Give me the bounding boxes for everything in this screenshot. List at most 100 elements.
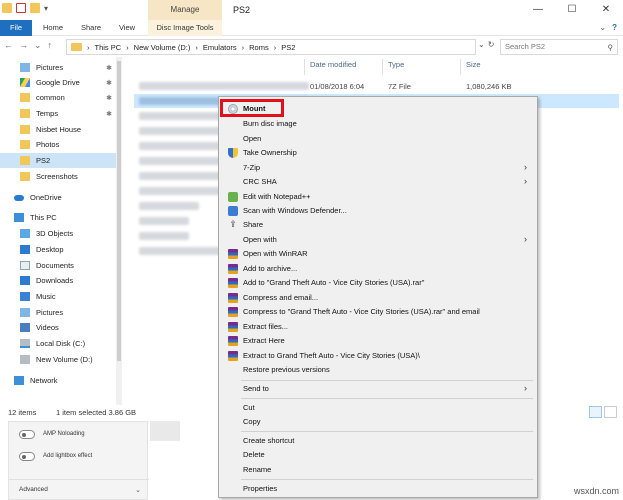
new-folder-icon[interactable] bbox=[30, 3, 40, 13]
menu-item-restore-previous-versions[interactable]: Restore previous versions bbox=[221, 363, 535, 377]
nav-item-this-pc[interactable]: This PC bbox=[0, 210, 116, 225]
menu-item-open[interactable]: Open bbox=[221, 132, 535, 146]
menu-item-add-to-archive[interactable]: Add to archive... bbox=[221, 262, 535, 276]
menu-item-compress-to-rar-email[interactable]: Compress to "Grand Theft Auto - Vice Cit… bbox=[221, 305, 535, 319]
nav-item-ps2[interactable]: PS2 bbox=[0, 153, 116, 168]
breadcrumb-ps2[interactable]: PS2 bbox=[281, 43, 295, 52]
nav-item-label: PS2 bbox=[36, 156, 51, 165]
menu-item-cut[interactable]: Cut bbox=[221, 401, 535, 415]
breadcrumb-separator: › bbox=[241, 42, 245, 52]
menu-item-crc-sha[interactable]: CRC SHA › bbox=[221, 175, 535, 189]
breadcrumb-separator: › bbox=[87, 42, 90, 52]
menu-item-label: Extract to Grand Theft Auto - Vice City … bbox=[243, 351, 420, 360]
amp-toggle[interactable] bbox=[19, 430, 35, 439]
nav-item-documents[interactable]: Documents bbox=[0, 258, 116, 273]
menu-item-extract-here[interactable]: Extract Here bbox=[221, 334, 535, 348]
menu-item-share[interactable]: ⇪ Share bbox=[221, 218, 535, 232]
menu-item-label: Compress and email... bbox=[243, 293, 319, 302]
lightbox-toggle[interactable] bbox=[19, 452, 35, 461]
nav-item-local-disk-c[interactable]: Local Disk (C:) bbox=[0, 336, 116, 351]
nav-item-common[interactable]: common ✱ bbox=[0, 90, 116, 105]
menu-item-7zip[interactable]: 7-Zip › bbox=[221, 161, 535, 175]
nav-item-music[interactable]: Music bbox=[0, 289, 116, 304]
minimize-button[interactable]: — bbox=[521, 0, 555, 20]
forward-icon[interactable]: → bbox=[19, 40, 28, 51]
tab-share[interactable]: Share bbox=[74, 20, 108, 36]
menu-item-extract-files[interactable]: Extract files... bbox=[221, 320, 535, 334]
tab-view[interactable]: View bbox=[112, 20, 142, 36]
maximize-button[interactable]: ☐ bbox=[555, 0, 589, 20]
column-header-type[interactable]: Type bbox=[388, 60, 404, 69]
customize-qat-icon[interactable]: ▾ bbox=[44, 4, 48, 13]
nav-item-pictures-quick[interactable]: Pictures ✱ bbox=[0, 60, 116, 75]
column-header-date-modified[interactable]: Date modified bbox=[310, 60, 356, 69]
expand-ribbon-icon[interactable]: ⌄ bbox=[599, 23, 606, 32]
breadcrumb-roms[interactable]: Roms bbox=[249, 43, 269, 52]
nav-item-videos[interactable]: Videos bbox=[0, 320, 116, 335]
nav-item-pictures[interactable]: Pictures bbox=[0, 305, 116, 320]
nav-item-label: Network bbox=[30, 376, 58, 385]
context-menu: Mount Burn disc image Open Take Ownershi… bbox=[218, 96, 538, 498]
menu-item-rename[interactable]: Rename bbox=[221, 463, 535, 477]
menu-item-label: Open bbox=[243, 134, 262, 143]
manage-context-tab[interactable]: Manage bbox=[148, 0, 222, 20]
search-icon[interactable]: ⚲ bbox=[608, 41, 614, 55]
nav-item-screenshots[interactable]: Screenshots bbox=[0, 169, 116, 184]
nav-item-nisbet-house[interactable]: Nisbet House bbox=[0, 122, 116, 137]
tab-home[interactable]: Home bbox=[36, 20, 70, 36]
menu-item-copy[interactable]: Copy bbox=[221, 415, 535, 429]
nav-item-new-volume-d[interactable]: New Volume (D:) bbox=[0, 352, 116, 367]
tab-file[interactable]: File bbox=[0, 20, 32, 36]
menu-item-edit-notepad[interactable]: Edit with Notepad++ bbox=[221, 190, 535, 204]
breadcrumb-this-pc[interactable]: This PC bbox=[95, 43, 122, 52]
nav-item-temps[interactable]: Temps ✱ bbox=[0, 106, 116, 121]
menu-item-label: Send to bbox=[243, 384, 269, 393]
menu-item-open-winrar[interactable]: Open with WinRAR bbox=[221, 247, 535, 261]
menu-item-compress-email[interactable]: Compress and email... bbox=[221, 291, 535, 305]
breadcrumb-new-volume[interactable]: New Volume (D:) bbox=[134, 43, 191, 52]
advanced-row[interactable]: Advanced ⌄ bbox=[9, 479, 149, 499]
menu-item-take-ownership[interactable]: Take Ownership bbox=[221, 146, 535, 160]
up-icon[interactable]: ↑ bbox=[48, 40, 53, 51]
back-icon[interactable]: ← bbox=[4, 40, 13, 51]
file-row[interactable]: 01/08/2018 6:04 7Z File 1,080,246 KB bbox=[134, 79, 619, 93]
properties-icon[interactable] bbox=[16, 3, 26, 13]
nav-item-downloads[interactable]: Downloads bbox=[0, 273, 116, 288]
nav-scrollbar[interactable] bbox=[116, 57, 122, 405]
breadcrumb-emulators[interactable]: Emulators bbox=[203, 43, 237, 52]
menu-item-delete[interactable]: Delete bbox=[221, 448, 535, 462]
refresh-icon[interactable]: ↻ bbox=[488, 40, 495, 49]
menu-item-extract-to-folder[interactable]: Extract to Grand Theft Auto - Vice City … bbox=[221, 349, 535, 363]
menu-item-send-to[interactable]: Send to › bbox=[221, 382, 535, 396]
close-button[interactable]: ✕ bbox=[589, 0, 623, 20]
winrar-icon bbox=[228, 264, 238, 274]
menu-item-create-shortcut[interactable]: Create shortcut bbox=[221, 434, 535, 448]
address-bar[interactable]: › This PC › New Volume (D:) › Emulators … bbox=[66, 39, 476, 55]
menu-item-scan-defender[interactable]: Scan with Windows Defender... bbox=[221, 204, 535, 218]
menu-item-mount[interactable]: Mount bbox=[221, 102, 535, 116]
folder-icon bbox=[20, 140, 30, 149]
help-icon[interactable]: ? bbox=[612, 23, 617, 32]
onedrive-icon bbox=[14, 194, 24, 201]
nav-item-onedrive[interactable]: OneDrive bbox=[0, 190, 116, 205]
search-input[interactable]: Search PS2 ⚲ bbox=[500, 39, 618, 55]
nav-item-3d-objects[interactable]: 3D Objects bbox=[0, 226, 116, 241]
large-icons-view-icon[interactable] bbox=[604, 406, 617, 418]
column-header-size[interactable]: Size bbox=[466, 60, 481, 69]
menu-item-burn-disc-image[interactable]: Burn disc image bbox=[221, 117, 535, 131]
nav-item-desktop[interactable]: Desktop bbox=[0, 242, 116, 257]
nav-item-google-drive[interactable]: Google Drive ✱ bbox=[0, 75, 116, 90]
nav-item-photos[interactable]: Photos bbox=[0, 137, 116, 152]
menu-item-label: 7-Zip bbox=[243, 163, 261, 172]
recent-locations-icon[interactable]: ⌄ bbox=[34, 40, 42, 51]
menu-item-label: Mount bbox=[243, 104, 266, 113]
menu-item-properties[interactable]: Properties bbox=[221, 482, 535, 496]
menu-item-add-to-rar[interactable]: Add to "Grand Theft Auto - Vice City Sto… bbox=[221, 276, 535, 290]
details-view-icon[interactable] bbox=[589, 406, 602, 418]
tab-disc-image-tools[interactable]: Disc Image Tools bbox=[148, 20, 222, 36]
address-dropdown-icon[interactable]: ⌄ bbox=[478, 40, 485, 49]
menu-item-open-with[interactable]: Open with › bbox=[221, 233, 535, 247]
scrollbar-thumb[interactable] bbox=[117, 61, 121, 361]
nav-item-network[interactable]: Network bbox=[0, 373, 116, 388]
nav-item-label: This PC bbox=[30, 213, 57, 222]
